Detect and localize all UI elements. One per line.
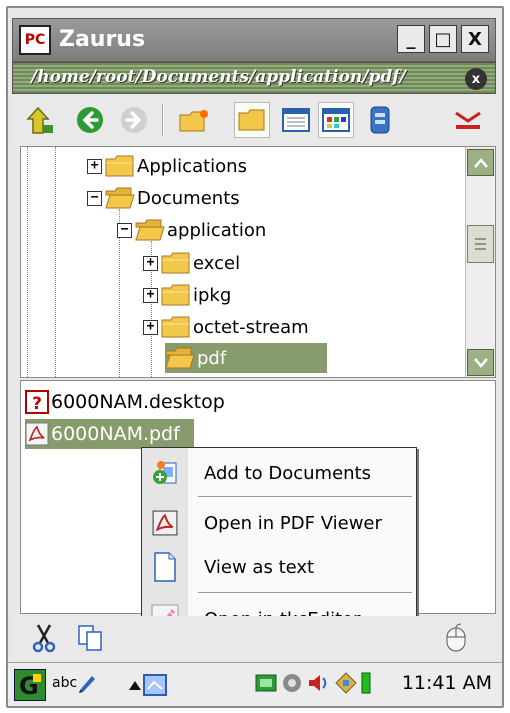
tree-item-application[interactable]: − application [117, 215, 266, 245]
minimize-button[interactable]: _ [397, 25, 425, 53]
svg-text:?: ? [32, 394, 42, 414]
system-tray [254, 671, 372, 695]
tree-item-ipkg[interactable]: + ipkg [143, 280, 231, 310]
tree-scrollbar[interactable] [465, 147, 495, 377]
pdf-viewer-icon [142, 502, 188, 544]
tree-item-documents[interactable]: − Documents [87, 183, 240, 213]
menu-separator [198, 496, 412, 498]
tree-item-octet-stream[interactable]: + octet-stream [143, 312, 309, 342]
folder-icon [161, 316, 190, 338]
current-path: /home/root/Documents/application/pdf/ [31, 67, 406, 87]
maximize-button[interactable]: □ [429, 25, 457, 53]
folder-icon [105, 155, 134, 177]
forward-icon[interactable] [116, 102, 152, 138]
back-icon[interactable] [72, 102, 108, 138]
folder-icon [161, 252, 190, 274]
tree-item-label: excel [193, 252, 241, 274]
input-mode-indicator[interactable]: abc [52, 673, 97, 693]
start-menu-icon[interactable]: G [14, 669, 46, 701]
window-title: Zaurus [59, 27, 146, 52]
tree-item-label: Documents [137, 187, 240, 209]
scroll-up-button[interactable] [467, 149, 494, 176]
menu-item-open-in-pdf-viewer[interactable]: Open in PDF Viewer [142, 502, 416, 544]
list-view-icon[interactable] [278, 102, 314, 138]
toolbar-separator [162, 104, 164, 136]
up-arrow-icon[interactable] [22, 102, 58, 138]
path-close-button[interactable]: x [465, 68, 487, 90]
volume-icon[interactable] [306, 671, 332, 695]
expand-icon[interactable]: + [143, 319, 158, 335]
title-bar[interactable]: PC Zaurus _ □ X [12, 18, 496, 62]
text-document-icon [142, 546, 188, 588]
expand-icon[interactable]: + [87, 158, 102, 174]
context-menu: Add to Documents Open in PDF Viewer View… [141, 447, 417, 641]
menu-item-view-as-text[interactable]: View as text [142, 546, 416, 588]
folder-view-icon[interactable] [234, 102, 270, 138]
collapse-icon[interactable]: − [87, 190, 102, 206]
scroll-down-button[interactable] [467, 349, 494, 376]
tree-item-label: ipkg [193, 284, 232, 306]
icon-view-icon[interactable] [318, 102, 354, 138]
folder-open-icon [105, 187, 135, 209]
battery-icon[interactable] [360, 671, 372, 695]
tree-item-pdf[interactable]: pdf [165, 343, 327, 373]
expand-icon[interactable]: + [143, 255, 158, 271]
menu-item-label: Add to Documents [204, 462, 371, 484]
mouse-icon[interactable] [438, 620, 474, 656]
pencil-icon [79, 676, 96, 693]
close-button[interactable]: X [461, 25, 489, 53]
unknown-file-icon: ? [25, 390, 49, 414]
tree-guide-line [55, 147, 56, 377]
app-window-icon [143, 674, 167, 696]
app-icon[interactable]: PC [19, 25, 51, 55]
triangle-up-icon [129, 681, 141, 690]
collapse-icon[interactable]: − [117, 222, 132, 238]
expand-icon[interactable]: + [143, 287, 158, 303]
folder-tree[interactable]: + Applications − Documents − application… [20, 146, 496, 378]
file-name: 6000NAM.pdf [51, 423, 180, 445]
tree-item-label: pdf [197, 347, 227, 369]
storage-icon[interactable] [362, 102, 398, 138]
input-mode-label: abc [52, 675, 78, 691]
bottom-toolbar [12, 616, 496, 662]
tree-item-label: Applications [137, 155, 247, 177]
taskbar: G abc 11:41 AM [8, 662, 502, 706]
file-name: 6000NAM.desktop [51, 391, 225, 413]
tree-guide-line [27, 147, 28, 377]
clock[interactable]: 11:41 AM [402, 672, 492, 694]
list-item[interactable]: ? 6000NAM.desktop [25, 387, 225, 417]
network-icon[interactable] [254, 671, 278, 695]
toolbar [12, 94, 496, 146]
folder-open-icon [165, 347, 195, 369]
settings-gear-icon[interactable] [280, 671, 304, 695]
tree-item-label: octet-stream [193, 316, 309, 338]
keyboard-selector[interactable] [128, 673, 168, 697]
tree-item-excel[interactable]: + excel [143, 248, 240, 278]
menu-item-label: View as text [204, 556, 315, 578]
menu-item-add-to-documents[interactable]: Add to Documents [142, 452, 416, 494]
tree-item-label: application [167, 219, 267, 241]
tree-item-applications[interactable]: + Applications [87, 151, 247, 181]
menu-separator [198, 592, 412, 594]
eject-icon[interactable] [450, 102, 486, 138]
list-item[interactable]: 6000NAM.pdf [25, 419, 194, 449]
scroll-thumb[interactable] [467, 225, 494, 263]
folder-open-icon [135, 219, 165, 241]
new-folder-icon[interactable] [176, 102, 212, 138]
cut-icon[interactable] [26, 620, 62, 656]
sync-icon[interactable] [334, 671, 358, 695]
menu-item-label: Open in PDF Viewer [204, 512, 382, 534]
path-bar[interactable]: /home/root/Documents/application/pdf/ x [12, 62, 496, 94]
copy-icon[interactable] [72, 620, 108, 656]
pdf-file-icon [25, 422, 49, 446]
add-document-icon [142, 452, 188, 494]
folder-icon [161, 284, 190, 306]
